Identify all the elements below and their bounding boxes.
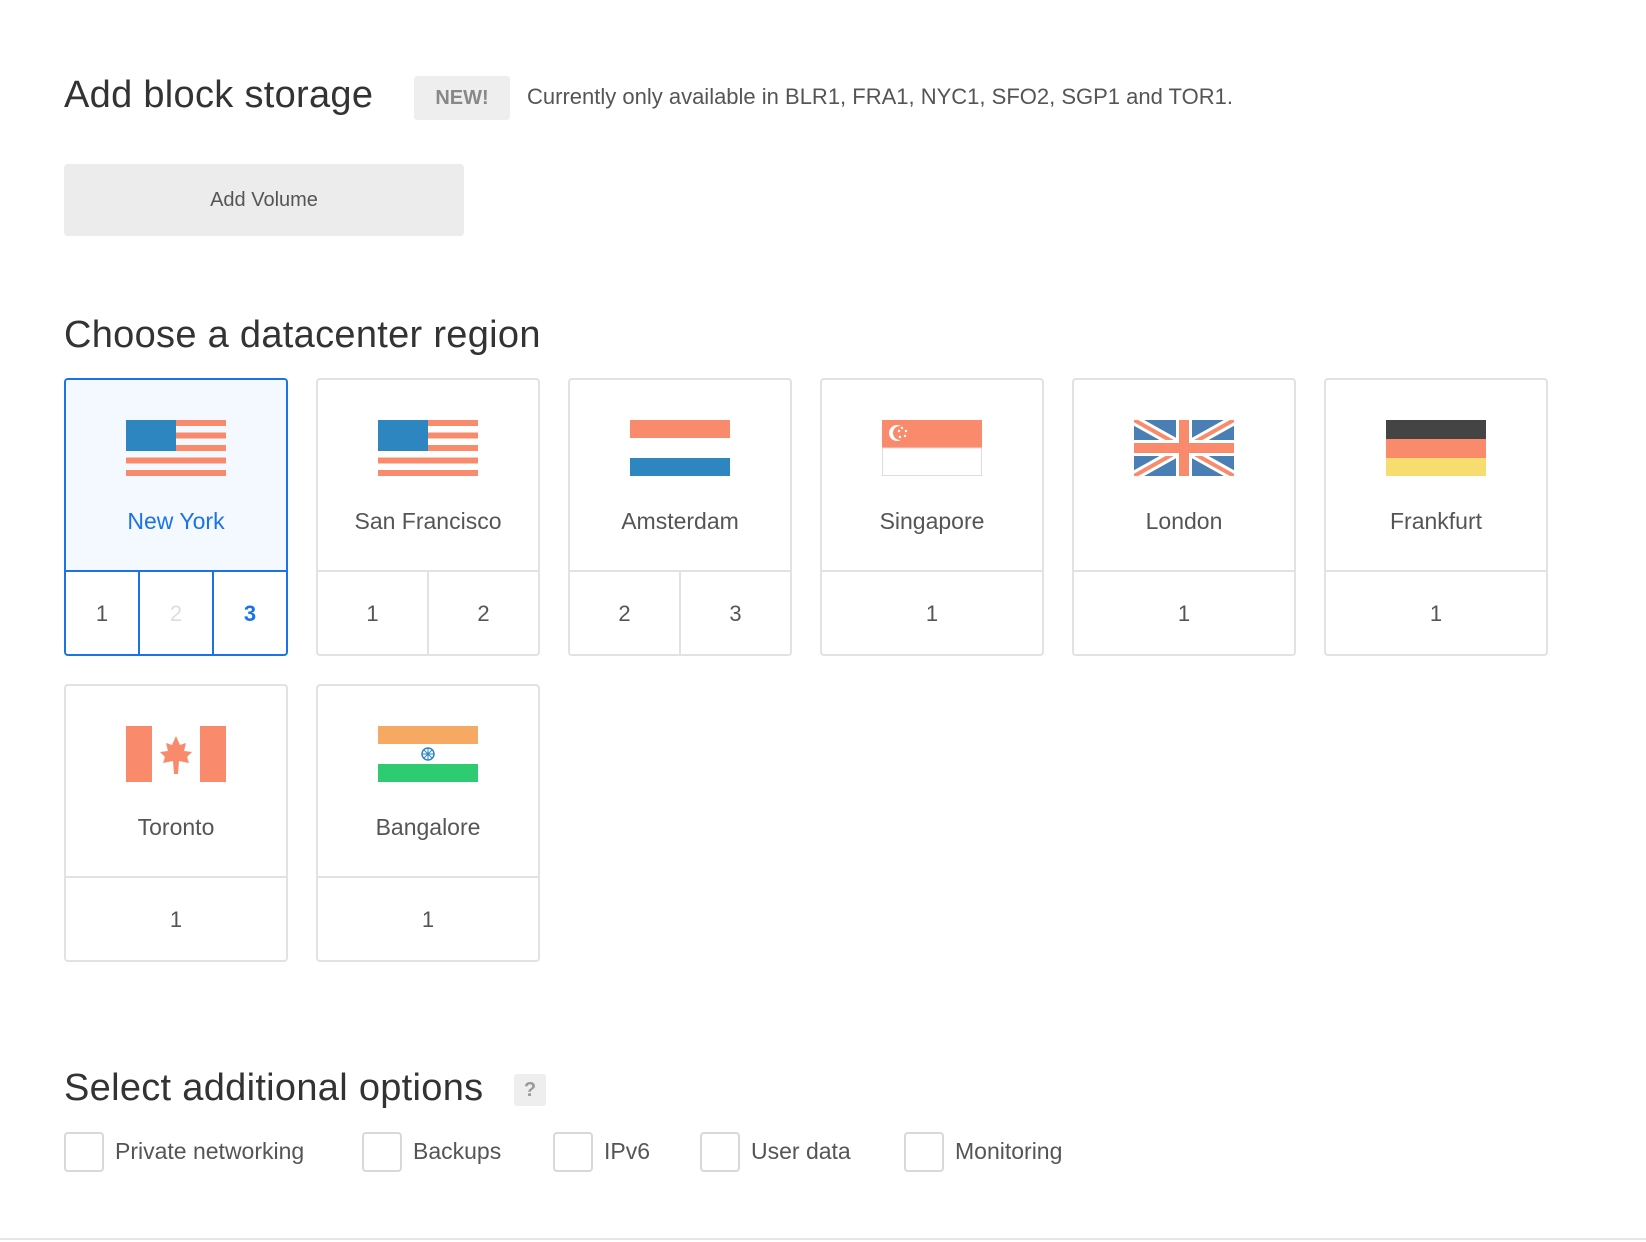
datacenter-option[interactable]: 1 bbox=[66, 572, 138, 654]
region-card-header[interactable]: Amsterdam bbox=[570, 380, 790, 572]
datacenter-option[interactable]: 1 bbox=[66, 878, 286, 960]
option-label[interactable]: User data bbox=[751, 1138, 851, 1165]
datacenter-option[interactable]: 1 bbox=[318, 878, 538, 960]
region-name: New York bbox=[127, 508, 225, 534]
datacenter-option[interactable]: 1 bbox=[1074, 572, 1294, 654]
region-card-london[interactable]: London 1 bbox=[1072, 378, 1296, 656]
datacenter-number-row: 1 bbox=[1326, 572, 1546, 654]
region-card-san-francisco[interactable]: San Francisco 1 2 bbox=[316, 378, 540, 656]
region-card-header[interactable]: New York bbox=[66, 380, 286, 572]
add-volume-button[interactable]: Add Volume bbox=[64, 164, 464, 236]
datacenter-number-row: 1 2 3 bbox=[66, 572, 286, 654]
datacenter-option[interactable]: 1 bbox=[1326, 572, 1546, 654]
region-card-header[interactable]: London bbox=[1074, 380, 1294, 572]
datacenter-region-title: Choose a datacenter region bbox=[64, 314, 541, 356]
datacenter-option[interactable]: 1 bbox=[822, 572, 1042, 654]
region-card-header[interactable]: San Francisco bbox=[318, 380, 538, 572]
uk-flag-icon bbox=[1134, 420, 1234, 476]
datacenter-option[interactable]: 2 bbox=[570, 572, 679, 654]
region-card-header[interactable]: Singapore bbox=[822, 380, 1042, 572]
region-card-new-york[interactable]: New York 1 2 3 bbox=[64, 378, 288, 656]
backups-checkbox[interactable] bbox=[362, 1132, 402, 1172]
region-name: London bbox=[1145, 508, 1223, 534]
region-card-amsterdam[interactable]: Amsterdam 2 3 bbox=[568, 378, 792, 656]
region-card-toronto[interactable]: Toronto 1 bbox=[64, 684, 288, 962]
section-divider bbox=[0, 1238, 1646, 1240]
singapore-flag-icon bbox=[882, 420, 982, 476]
option-label[interactable]: Monitoring bbox=[955, 1138, 1062, 1165]
datacenter-number-row: 1 bbox=[66, 878, 286, 960]
region-name: San Francisco bbox=[354, 508, 502, 534]
datacenter-number-row: 1 bbox=[1074, 572, 1294, 654]
usa-flag-icon bbox=[378, 420, 478, 476]
canada-flag-icon bbox=[126, 726, 226, 782]
region-card-bangalore[interactable]: Bangalore 1 bbox=[316, 684, 540, 962]
region-card-header[interactable]: Bangalore bbox=[318, 686, 538, 878]
monitoring-checkbox[interactable] bbox=[904, 1132, 944, 1172]
region-name: Toronto bbox=[137, 814, 215, 840]
usa-flag-icon bbox=[126, 420, 226, 476]
help-icon[interactable]: ? bbox=[514, 1074, 546, 1106]
availability-note: Currently only available in BLR1, FRA1, … bbox=[527, 84, 1233, 109]
option-label[interactable]: IPv6 bbox=[604, 1138, 650, 1165]
user-data-checkbox[interactable] bbox=[700, 1132, 740, 1172]
option-label[interactable]: Private networking bbox=[115, 1138, 304, 1165]
region-card-header[interactable]: Frankfurt bbox=[1326, 380, 1546, 572]
india-flag-icon bbox=[378, 726, 478, 782]
datacenter-option-selected[interactable]: 3 bbox=[212, 572, 286, 654]
private-networking-checkbox[interactable] bbox=[64, 1132, 104, 1172]
region-card-header[interactable]: Toronto bbox=[66, 686, 286, 878]
datacenter-number-row: 2 3 bbox=[570, 572, 790, 654]
block-storage-title: Add block storage bbox=[64, 74, 374, 116]
region-name: Amsterdam bbox=[621, 508, 739, 534]
region-name: Bangalore bbox=[375, 814, 481, 840]
ipv6-checkbox[interactable] bbox=[553, 1132, 593, 1172]
germany-flag-icon bbox=[1386, 420, 1486, 476]
datacenter-option-disabled: 2 bbox=[138, 572, 212, 654]
datacenter-number-row: 1 2 bbox=[318, 572, 538, 654]
region-card-frankfurt[interactable]: Frankfurt 1 bbox=[1324, 378, 1548, 656]
datacenter-option[interactable]: 2 bbox=[427, 572, 538, 654]
datacenter-number-row: 1 bbox=[318, 878, 538, 960]
datacenter-number-row: 1 bbox=[822, 572, 1042, 654]
additional-options-title: Select additional options bbox=[64, 1067, 484, 1109]
region-name: Singapore bbox=[879, 508, 985, 534]
datacenter-option[interactable]: 3 bbox=[679, 572, 790, 654]
datacenter-option[interactable]: 1 bbox=[318, 572, 427, 654]
new-badge: NEW! bbox=[414, 76, 510, 120]
netherlands-flag-icon bbox=[630, 420, 730, 476]
region-name: Frankfurt bbox=[1389, 508, 1483, 534]
option-label[interactable]: Backups bbox=[413, 1138, 501, 1165]
region-card-singapore[interactable]: Singapore 1 bbox=[820, 378, 1044, 656]
